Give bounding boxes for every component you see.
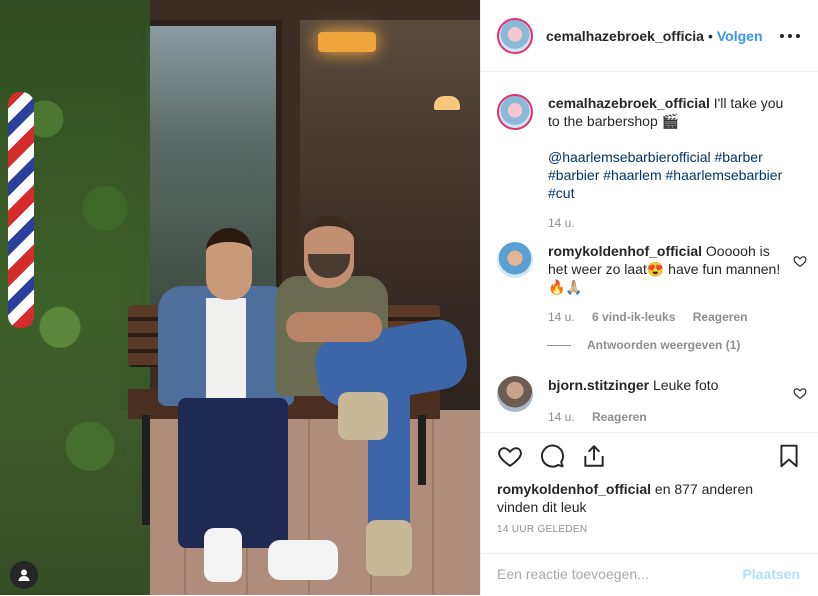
- post-sidebar: cemalhazebroek_officia • Volgen cemalhaz…: [480, 0, 818, 595]
- reply-button[interactable]: Reageren: [693, 310, 748, 324]
- view-replies-button[interactable]: Antwoorden weergeven (1): [547, 338, 740, 352]
- caption-username[interactable]: cemalhazebroek_official: [548, 95, 710, 111]
- action-icons: [497, 443, 607, 469]
- caption-body: cemalhazebroek_official I'll take you to…: [548, 94, 788, 232]
- caption-hashtags[interactable]: @haarlemsebarbierofficial #barber #barbi…: [548, 148, 788, 202]
- post-photo[interactable]: [0, 0, 480, 595]
- comment-username[interactable]: bjorn.stitzinger: [548, 377, 649, 393]
- commenter-avatar[interactable]: [497, 242, 533, 278]
- comment-meta: 14 u. Reageren: [548, 408, 788, 426]
- likes-user[interactable]: romykoldenhof_official: [497, 481, 651, 497]
- suede-shoe: [338, 392, 388, 440]
- user-tag-icon[interactable]: [10, 561, 38, 589]
- comment-username[interactable]: romykoldenhof_official: [548, 243, 702, 259]
- post-header: cemalhazebroek_officia • Volgen: [481, 0, 818, 72]
- replies-divider: [547, 344, 571, 346]
- more-icon[interactable]: [780, 26, 800, 46]
- barber-pole: [8, 92, 34, 328]
- heart-icon[interactable]: [793, 254, 807, 268]
- comment-body: bjorn.stitzinger Leuke foto 14 u. Reager…: [548, 376, 788, 426]
- white-shirt: [206, 298, 246, 398]
- comment-time[interactable]: 14 u.: [548, 410, 575, 424]
- comment-input[interactable]: Een reactie toevoegen...: [497, 566, 649, 582]
- comment-body: romykoldenhof_official Oooooh is het wee…: [548, 242, 788, 326]
- person-left: [158, 228, 338, 588]
- comment-icon[interactable]: [539, 443, 565, 469]
- likes-others[interactable]: en 877 anderen: [651, 481, 753, 497]
- comments-list[interactable]: cemalhazebroek_official I'll take you to…: [481, 72, 818, 432]
- navy-pants: [178, 398, 288, 548]
- instagram-post-modal: cemalhazebroek_officia • Volgen cemalhaz…: [0, 0, 818, 595]
- bookmark-icon[interactable]: [776, 443, 802, 474]
- person-right: [276, 216, 471, 595]
- ceiling-lamp: [318, 32, 376, 52]
- heart-icon[interactable]: [793, 386, 807, 400]
- heart-icon[interactable]: [497, 443, 523, 469]
- comment-meta: 14 u. 6 vind-ik-leuks Reageren: [548, 308, 788, 326]
- post-time[interactable]: 14 uur geleden: [497, 524, 587, 535]
- comment-text: Leuke foto: [649, 377, 719, 393]
- author-avatar[interactable]: [497, 94, 533, 130]
- sneaker: [204, 528, 242, 582]
- post-comment-button[interactable]: Plaatsen: [742, 566, 800, 582]
- reply-button[interactable]: Reageren: [592, 410, 647, 424]
- bench-leg: [142, 415, 150, 525]
- post-actions: romykoldenhof_official en 877 anderen vi…: [481, 432, 818, 595]
- commenter-avatar[interactable]: [497, 376, 533, 412]
- head: [206, 228, 252, 300]
- author-username[interactable]: cemalhazebroek_officia: [546, 28, 704, 44]
- likes-suffix: vinden dit leuk: [497, 499, 587, 515]
- view-replies-label: Antwoorden weergeven (1): [587, 338, 741, 352]
- caption-timestamp[interactable]: 14 u.: [548, 216, 575, 230]
- likes-summary: romykoldenhof_official en 877 anderen vi…: [497, 480, 797, 516]
- wall-lamp: [434, 96, 460, 110]
- crossed-arms: [286, 312, 382, 342]
- separator-dot: •: [707, 27, 713, 44]
- follow-button[interactable]: Volgen: [717, 28, 763, 44]
- caption-time: 14 u.: [548, 214, 788, 232]
- author-avatar[interactable]: [497, 17, 533, 54]
- share-icon[interactable]: [581, 443, 607, 469]
- comment-time[interactable]: 14 u.: [548, 310, 575, 324]
- suede-shoe: [366, 520, 412, 576]
- comment-likes[interactable]: 6 vind-ik-leuks: [592, 310, 675, 324]
- add-comment-bar: Een reactie toevoegen... Plaatsen: [481, 553, 818, 596]
